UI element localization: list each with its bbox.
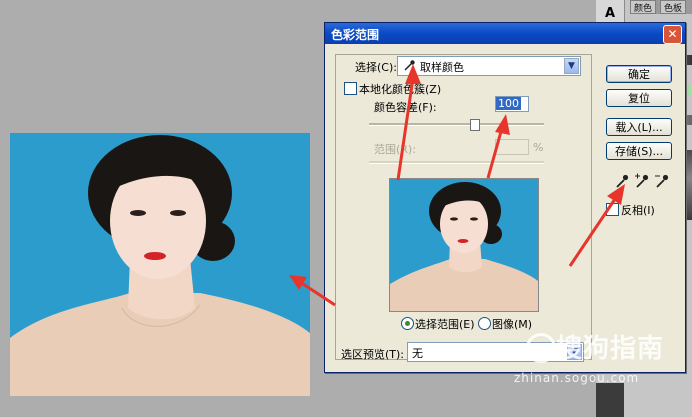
eyedropper-icon[interactable] [614,173,630,189]
eyedropper-icon [404,60,415,71]
panel-bottom [596,383,624,417]
invert-checkbox[interactable] [606,203,619,216]
preview-mode-value: 无 [412,347,423,360]
watermark-logo-icon [526,333,556,363]
watermark-text: 搜狗指南 [556,334,665,364]
save-button[interactable]: 存储(S)... [606,142,672,160]
tab-swatches[interactable]: 色板 [660,0,687,14]
chevron-down-icon[interactable]: ▼ [564,58,579,74]
radio-selection-label: 选择范围(E) [415,318,475,331]
ok-button[interactable]: 确定 [606,65,672,83]
canvas-photo [10,133,310,396]
color-range-dialog: 色彩范围 ✕ 选择(C): 取样颜色 ▼ 本地化颜色簇(Z) 颜色容差(F): … [324,22,686,373]
range-slider-track [369,161,544,164]
fuzziness-slider-track[interactable] [369,123,544,126]
select-value: 取样颜色 [420,61,464,74]
dialog-title: 色彩范围 [331,28,380,42]
panel-tabs: 颜色 色板 [630,0,692,14]
invert-label: 反相(I) [621,204,655,217]
fuzziness-label: 颜色容差(F): [374,101,437,114]
fuzziness-input[interactable]: 100 [495,96,529,112]
reset-button[interactable]: 复位 [606,89,672,107]
range-label: 范围(R): [374,143,416,156]
fuzziness-slider-thumb[interactable] [470,119,480,131]
text-tool-icon[interactable]: A [605,6,615,21]
select-label: 选择(C): [355,61,397,74]
dialog-titlebar[interactable]: 色彩范围 ✕ [325,23,685,44]
localized-clusters-checkbox[interactable] [344,82,357,95]
select-dropdown[interactable]: 取样颜色 ▼ [397,56,581,76]
eyedropper-plus-icon[interactable] [634,173,650,189]
range-input [495,139,529,155]
radio-selection[interactable] [401,317,414,330]
tab-color[interactable]: 颜色 [630,0,657,14]
load-button[interactable]: 载入(L)... [606,118,672,136]
preview-mode-label: 选区预览(T): [341,348,405,361]
close-button[interactable]: ✕ [663,25,682,44]
selection-preview [389,178,539,312]
eyedropper-minus-icon[interactable] [654,173,670,189]
watermark-url: zhinan.sogou.com [514,371,640,385]
range-unit: % [533,141,544,154]
radio-image-label: 图像(M) [492,318,533,331]
fuzziness-value: 100 [496,97,521,110]
radio-image[interactable] [478,317,491,330]
localized-clusters-label: 本地化颜色簇(Z) [359,83,442,96]
